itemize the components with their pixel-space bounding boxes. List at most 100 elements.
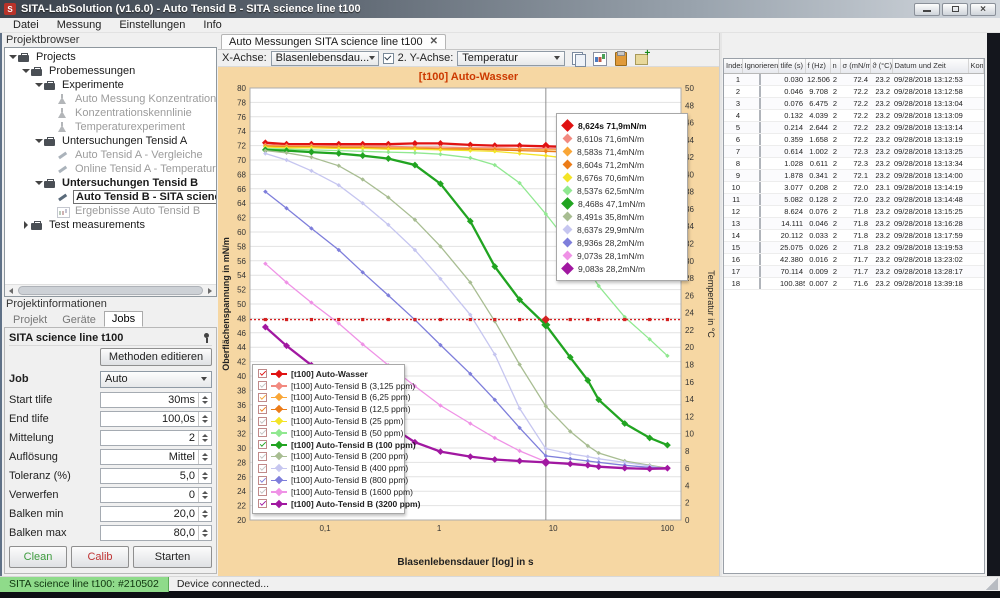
legend-checkbox[interactable]: [258, 487, 267, 496]
field-toleranz-[interactable]: 5,0: [100, 468, 212, 484]
legend-checkbox[interactable]: [258, 476, 267, 485]
ignore-checkbox[interactable]: [759, 194, 761, 205]
spinner-arrows[interactable]: [198, 469, 211, 483]
spinner-arrows[interactable]: [198, 507, 211, 521]
legend-item[interactable]: [t100] Auto-Tensid B (400 ppm): [258, 462, 399, 474]
ignore-checkbox[interactable]: [759, 134, 761, 145]
spinner-down-icon[interactable]: [202, 496, 208, 499]
copy-icon[interactable]: [571, 51, 586, 65]
spinner-arrows[interactable]: [198, 393, 211, 407]
tab-close-icon[interactable]: ✕: [430, 37, 438, 47]
tree-item[interactable]: Projects: [5, 50, 216, 64]
column-header[interactable]: n: [830, 59, 840, 73]
export-icon[interactable]: [634, 51, 649, 65]
menu-item-einstellungen[interactable]: Einstellungen: [110, 18, 194, 32]
expander-open-icon[interactable]: [8, 55, 18, 59]
x-axis-select[interactable]: Blasenlebensdau...: [271, 51, 379, 66]
tree-item[interactable]: Auto Tensid A - Vergleiche: [5, 148, 216, 162]
tree-item[interactable]: Online Tensid A - Temperatur: [5, 162, 216, 176]
spinner-arrows[interactable]: [198, 488, 211, 502]
restore-button[interactable]: [942, 3, 968, 16]
legend-checkbox[interactable]: [258, 393, 267, 402]
ignore-checkbox[interactable]: [759, 74, 761, 85]
scroll-right-icon[interactable]: [204, 285, 216, 296]
table-row[interactable]: 50.2142.644272.223.209/28/2018 13:13:14: [724, 121, 984, 133]
spinner-up-icon[interactable]: [202, 529, 208, 532]
tree-item[interactable]: Auto Tensid B - SITA science line t100: [5, 190, 216, 204]
spinner-up-icon[interactable]: [202, 510, 208, 513]
spinner-down-icon[interactable]: [202, 534, 208, 537]
menu-item-datei[interactable]: Datei: [4, 18, 48, 32]
table-row[interactable]: 1525.0750.026271.823.209/28/2018 13:19:5…: [724, 241, 984, 253]
ignore-checkbox[interactable]: [759, 230, 761, 241]
y2-axis-checkbox[interactable]: [383, 53, 394, 64]
ignore-checkbox[interactable]: [759, 122, 761, 133]
field-mittelung[interactable]: 2: [100, 430, 212, 446]
spinner-up-icon[interactable]: [202, 472, 208, 475]
ignore-checkbox[interactable]: [759, 170, 761, 181]
expander-open-icon[interactable]: [21, 69, 31, 73]
clipboard-icon[interactable]: [613, 51, 628, 65]
table-row[interactable]: 40.1324.039272.223.209/28/2018 13:13:09: [724, 109, 984, 121]
pin-icon[interactable]: [202, 332, 212, 344]
legend-checkbox[interactable]: [258, 417, 267, 426]
spinner-up-icon[interactable]: [202, 415, 208, 418]
spinner-up-icon[interactable]: [202, 434, 208, 437]
scrollbar-thumb[interactable]: [18, 286, 203, 295]
menu-item-info[interactable]: Info: [194, 18, 230, 32]
expander-open-icon[interactable]: [34, 181, 44, 185]
field-balken-max[interactable]: 80,0: [100, 525, 212, 541]
table-row[interactable]: 103.0770.208272.023.109/28/2018 13:14:19: [724, 181, 984, 193]
spinner-arrows[interactable]: [198, 412, 211, 426]
menu-item-messung[interactable]: Messung: [48, 18, 111, 32]
spinner-down-icon[interactable]: [202, 458, 208, 461]
table-row[interactable]: 1770.1140.009271.723.209/28/2018 13:28:1…: [724, 265, 984, 277]
legend-item[interactable]: [t100] Auto-Tensid B (6,25 ppm): [258, 392, 399, 404]
legend-item[interactable]: [t100] Auto-Tensid B (200 ppm): [258, 451, 399, 463]
column-header[interactable]: tlife (s): [778, 59, 805, 73]
tree-item[interactable]: Experimente: [5, 78, 216, 92]
spinner-arrows[interactable]: [198, 526, 211, 540]
table-row[interactable]: 10.03012.506272.423.209/28/2018 13:12:53: [724, 73, 984, 85]
table-row[interactable]: 91.8780.341272.123.209/28/2018 13:14:00: [724, 169, 984, 181]
y2-axis-select[interactable]: Temperatur: [457, 51, 565, 66]
ignore-checkbox[interactable]: [759, 266, 761, 277]
spinner-arrows[interactable]: [198, 450, 211, 464]
table-row[interactable]: 128.6240.076271.823.209/28/2018 13:15:25: [724, 205, 984, 217]
scroll-left-icon[interactable]: [5, 285, 17, 296]
table-row[interactable]: 1642.3800.016271.723.209/28/2018 13:23:0…: [724, 253, 984, 265]
legend-checkbox[interactable]: [258, 405, 267, 414]
legend-checkbox[interactable]: [258, 464, 267, 473]
table-row[interactable]: 60.3591.658272.223.209/28/2018 13:13:19: [724, 133, 984, 145]
legend-checkbox[interactable]: [258, 452, 267, 461]
tree-item[interactable]: Ergebnisse Auto Tensid B: [5, 204, 216, 218]
ignore-checkbox[interactable]: [759, 278, 761, 289]
field-aufl-sung[interactable]: Mittel: [100, 449, 212, 465]
table-row[interactable]: 18100.3850.007271.623.209/28/2018 13:39:…: [724, 277, 984, 289]
legend-checkbox[interactable]: [258, 369, 267, 378]
ignore-checkbox[interactable]: [759, 218, 761, 229]
ignore-checkbox[interactable]: [759, 206, 761, 217]
field-balken-min[interactable]: 20,0: [100, 506, 212, 522]
legend-item[interactable]: [t100] Auto-Tensid B (50 ppm): [258, 427, 399, 439]
tab-auto-messungen[interactable]: Auto Messungen SITA science line t100 ✕: [221, 34, 446, 49]
column-header[interactable]: Datum und Zeit: [892, 59, 968, 73]
column-header[interactable]: Kommentar: [968, 59, 984, 73]
ignore-checkbox[interactable]: [759, 86, 761, 97]
spinner-up-icon[interactable]: [202, 396, 208, 399]
methoden-editieren-button[interactable]: Methoden editieren: [100, 348, 212, 366]
legend-checkbox[interactable]: [258, 440, 267, 449]
table-row[interactable]: 1420.1120.033271.823.209/28/2018 13:17:5…: [724, 229, 984, 241]
tree-item[interactable]: Auto Messung Konzentration: [5, 92, 216, 106]
spinner-down-icon[interactable]: [202, 477, 208, 480]
ignore-checkbox[interactable]: [759, 182, 761, 193]
close-button[interactable]: ×: [970, 3, 996, 16]
spinner-arrows[interactable]: [198, 431, 211, 445]
tree-item[interactable]: Untersuchungen Tensid B: [5, 176, 216, 190]
ignore-checkbox[interactable]: [759, 146, 761, 157]
tree-horizontal-scrollbar[interactable]: [5, 284, 216, 296]
ignore-checkbox[interactable]: [759, 242, 761, 253]
tree-item[interactable]: Konzentrationskennlinie: [5, 106, 216, 120]
column-header[interactable]: Index: [724, 59, 742, 73]
expander-closed-icon[interactable]: [21, 221, 31, 229]
